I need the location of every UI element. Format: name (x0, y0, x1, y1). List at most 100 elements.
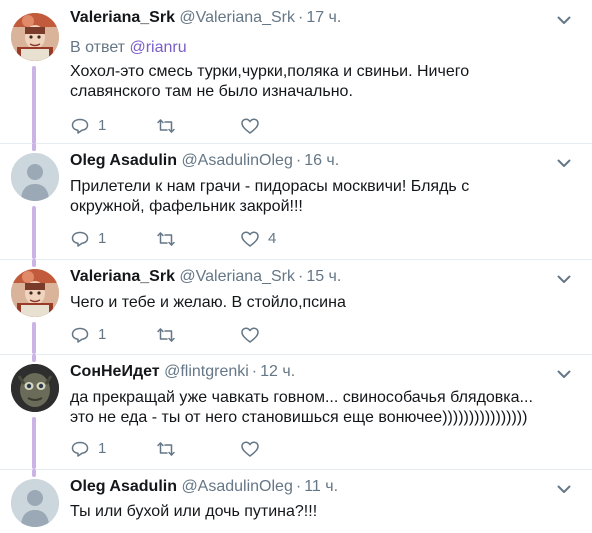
heart-icon (241, 231, 259, 247)
chevron-down-icon[interactable] (556, 481, 572, 497)
tweet-actions: 1 4 (70, 228, 330, 250)
reply-icon (71, 441, 89, 457)
retweet-button[interactable] (156, 438, 184, 460)
avatar-photo (11, 364, 59, 412)
retweet-icon (157, 232, 175, 246)
tweet-header: Oleg Asadulin @AsadulinOleg · 11 ч. (70, 477, 338, 497)
reply-count: 1 (98, 326, 107, 343)
separator-dot: · (295, 478, 302, 495)
retweet-button[interactable] (156, 324, 184, 346)
reply-prefix: В ответ (70, 39, 126, 56)
timestamp[interactable]: 11 ч. (304, 478, 338, 495)
user-name[interactable]: Valeriana_Srk (70, 9, 175, 26)
tweet-text: Прилетели к нам грачи - пидорасы москвич… (70, 177, 575, 217)
mention-link[interactable]: @rianru (129, 39, 186, 56)
tweet-text: Хохол-это смесь турки,чурки,поляка и сви… (70, 62, 575, 102)
tweet[interactable]: Valeriana_Srk @Valeriana_Srk · 17 ч. В отв… (0, 0, 592, 151)
heart-icon (241, 327, 259, 343)
separator-dot: · (297, 9, 304, 26)
chevron-down-icon[interactable] (556, 366, 572, 382)
retweet-icon (157, 442, 175, 456)
separator-dot: · (297, 268, 304, 285)
tweet-actions: 1 (70, 115, 330, 137)
tweet[interactable]: Oleg Asadulin @AsadulinOleg · 11 ч. Ты или… (0, 469, 592, 533)
tweet-text-line: славянского там не было изначально. (70, 83, 353, 100)
tweet-text-line: Прилетели к нам грачи - пидорасы москвич… (70, 178, 470, 195)
reply-button[interactable]: 1 (70, 115, 106, 137)
tweet-text-line: Ты или бухой или дочь путина?!!! (70, 503, 318, 520)
tweet-header: Valeriana_Srk @Valeriana_Srk · 15 ч. (70, 267, 341, 287)
tweet-header: Valeriana_Srk @Valeriana_Srk · 17 ч. (70, 8, 341, 28)
user-handle[interactable]: @Valeriana_Srk (179, 268, 295, 285)
avatar-photo (11, 269, 59, 317)
default-profile-icon (11, 479, 59, 527)
reply-icon (71, 327, 89, 343)
heart-icon (241, 441, 259, 457)
like-count: 4 (268, 230, 277, 247)
tweet-text-line: это не еда - ты от него становишься еще … (70, 409, 528, 426)
like-button[interactable] (240, 115, 268, 137)
thread-line (32, 206, 36, 259)
reply-context: В ответ @rianru (70, 38, 187, 58)
timestamp[interactable]: 12 ч. (260, 363, 295, 380)
chevron-down-icon[interactable] (556, 271, 572, 287)
avatar-photo (11, 13, 59, 61)
avatar[interactable] (11, 364, 59, 412)
reply-icon (71, 118, 89, 134)
user-handle[interactable]: @flintgrenki (164, 363, 249, 380)
reply-count: 1 (98, 117, 107, 134)
reply-count: 1 (98, 440, 107, 457)
thread-line (32, 469, 36, 477)
reply-icon (71, 231, 89, 247)
user-name[interactable]: Valeriana_Srk (70, 268, 175, 285)
user-handle[interactable]: @Valeriana_Srk (179, 9, 295, 26)
tweet[interactable]: Valeriana_Srk @Valeriana_Srk · 15 ч. Чего … (0, 259, 592, 354)
like-button[interactable] (240, 438, 268, 460)
tweet-header: Oleg Asadulin @AsadulinOleg · 16 ч. (70, 151, 339, 171)
separator-dot: · (295, 152, 302, 169)
user-handle[interactable]: @AsadulinOleg (181, 478, 292, 495)
reply-button[interactable]: 1 (70, 438, 106, 460)
reply-button[interactable]: 1 (70, 324, 106, 346)
chevron-down-icon[interactable] (556, 155, 572, 171)
tweet-text: Ты или бухой или дочь путина?!!! (70, 502, 575, 522)
default-profile-icon (11, 153, 59, 201)
user-handle[interactable]: @AsadulinOleg (181, 152, 292, 169)
like-button[interactable]: 4 (240, 228, 276, 250)
user-name[interactable]: Oleg Asadulin (70, 152, 177, 169)
thread-line (32, 322, 36, 354)
like-button[interactable] (240, 324, 268, 346)
retweet-icon (157, 119, 175, 133)
tweet[interactable]: Oleg Asadulin @AsadulinOleg · 16 ч. Прилет… (0, 143, 592, 259)
user-name[interactable]: Oleg Asadulin (70, 478, 177, 495)
thread-line (32, 417, 36, 469)
avatar[interactable] (11, 13, 59, 61)
timestamp[interactable]: 15 ч. (306, 268, 341, 285)
reply-button[interactable]: 1 (70, 228, 106, 250)
tweet[interactable]: СонНеИдет @flintgrenki · 12 ч. да прекраща… (0, 354, 592, 469)
retweet-icon (157, 328, 175, 342)
avatar[interactable] (11, 269, 59, 317)
heart-icon (241, 118, 259, 134)
tweet-actions: 1 (70, 324, 330, 346)
avatar[interactable] (11, 479, 59, 527)
avatar[interactable] (11, 153, 59, 201)
tweet-text-line: да прекращай уже чавкать говном... свино… (70, 389, 533, 406)
retweet-button[interactable] (156, 228, 184, 250)
tweet-text-line: Хохол-это смесь турки,чурки,поляка и сви… (70, 63, 470, 80)
tweet-text: да прекращай уже чавкать говном... свино… (70, 388, 575, 428)
timestamp[interactable]: 16 ч. (304, 152, 339, 169)
thread-line (32, 143, 36, 151)
tweet-actions: 1 (70, 438, 330, 460)
tweet-header: СонНеИдет @flintgrenki · 12 ч. (70, 362, 295, 382)
thread-line (32, 259, 36, 267)
thread-line (32, 354, 36, 362)
timestamp[interactable]: 17 ч. (306, 9, 341, 26)
tweet-text-line: окружной, фафельник закрой!!! (70, 198, 303, 215)
separator-dot: · (251, 363, 258, 380)
tweet-text: Чего и тебе и желаю. В стойло,псина (70, 293, 575, 313)
reply-count: 1 (98, 230, 107, 247)
chevron-down-icon[interactable] (556, 12, 572, 28)
retweet-button[interactable] (156, 115, 184, 137)
user-name[interactable]: СонНеИдет (70, 363, 160, 380)
